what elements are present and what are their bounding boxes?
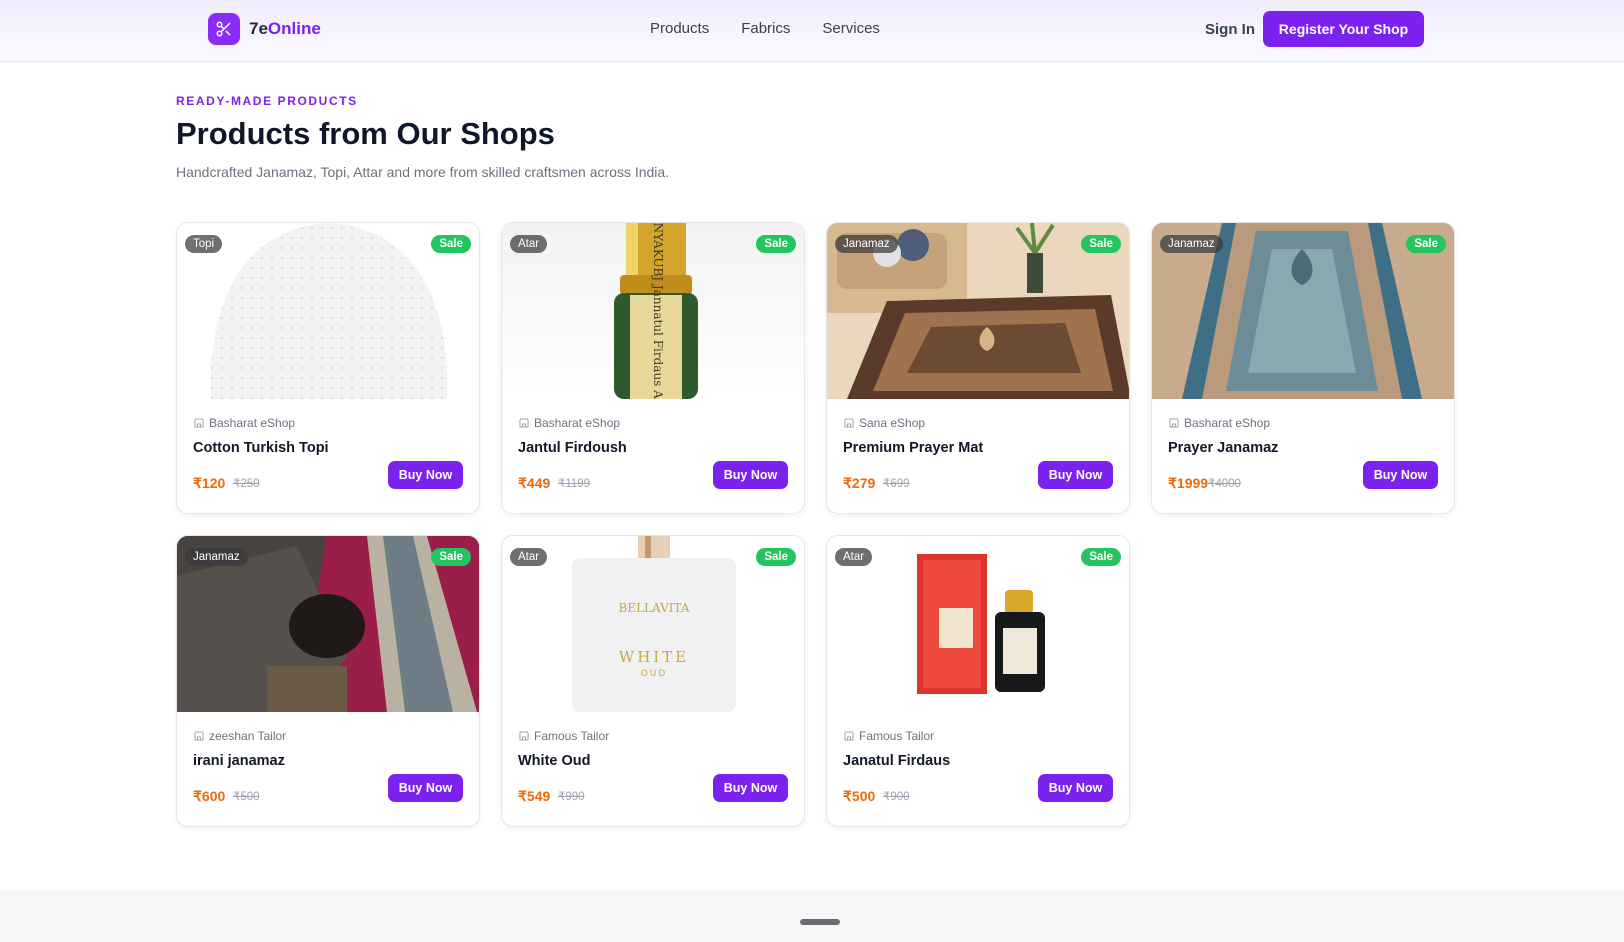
product-price: ₹549 xyxy=(518,788,551,804)
perfume-name: WHITE xyxy=(619,648,689,666)
nav-services[interactable]: Services xyxy=(822,20,880,37)
nav-fabrics[interactable]: Fabrics xyxy=(741,20,790,37)
product-mrp: ₹250 xyxy=(233,478,260,490)
product-name[interactable]: Prayer Janamaz xyxy=(1168,440,1278,456)
product-name[interactable]: Premium Prayer Mat xyxy=(843,440,983,456)
category-badge: Topi xyxy=(185,235,223,253)
buy-now-button[interactable]: Buy Now xyxy=(713,774,788,802)
store-icon xyxy=(519,731,529,741)
product-mrp: ₹990 xyxy=(558,791,585,803)
product-price: ₹1999 xyxy=(1168,475,1209,491)
product-mrp: ₹4000 xyxy=(1208,478,1241,490)
shop-label: Famous Tailor xyxy=(534,729,610,743)
shop-name: Famous Tailor xyxy=(843,729,934,743)
product-mrp: ₹900 xyxy=(883,791,910,803)
store-icon xyxy=(194,418,204,428)
shop-label: Sana eShop xyxy=(859,416,926,430)
section-eyebrow: READY-MADE PRODUCTS xyxy=(176,94,358,108)
sale-badge: Sale xyxy=(756,548,796,566)
sale-badge: Sale xyxy=(1081,548,1121,566)
product-image: Janamaz Sale xyxy=(1152,223,1454,399)
buy-now-button[interactable]: Buy Now xyxy=(388,461,463,489)
buy-now-button[interactable]: Buy Now xyxy=(1363,461,1438,489)
brand-logo[interactable]: 7eOnline xyxy=(208,13,321,45)
product-name[interactable]: Cotton Turkish Topi xyxy=(193,440,329,456)
product-card[interactable]: Janamaz Sale Sana eShop Premium Prayer M… xyxy=(826,222,1130,514)
category-badge: Janamaz xyxy=(185,548,248,566)
buy-now-button[interactable]: Buy Now xyxy=(1038,461,1113,489)
store-icon xyxy=(1169,418,1179,428)
category-badge: Janamaz xyxy=(1160,235,1223,253)
bottle-label: KANYAKUBJ Jannatul Firdaus AttarKannauj.… xyxy=(651,223,665,399)
perfume-sub: OUD xyxy=(641,669,668,679)
shop-name: Basharat eShop xyxy=(1168,416,1270,430)
sale-badge: Sale xyxy=(1406,235,1446,253)
product-image: Atar Sale xyxy=(827,536,1129,712)
scissors-icon xyxy=(208,13,240,45)
buy-now-button[interactable]: Buy Now xyxy=(388,774,463,802)
shop-name: zeeshan Tailor xyxy=(193,729,286,743)
product-card[interactable]: Janamaz Sale Basharat eShop Prayer Janam… xyxy=(1151,222,1455,514)
product-price: ₹500 xyxy=(843,788,876,804)
product-price: ₹449 xyxy=(518,475,551,491)
store-icon xyxy=(844,418,854,428)
shop-name: Basharat eShop xyxy=(518,416,620,430)
shop-label: Basharat eShop xyxy=(534,416,621,430)
sale-badge: Sale xyxy=(1081,235,1121,253)
product-name[interactable]: irani janamaz xyxy=(193,753,285,769)
product-card[interactable]: KANYAKUBJ Jannatul Firdaus AttarKannauj.… xyxy=(501,222,805,514)
shop-label: Basharat eShop xyxy=(209,416,296,430)
category-badge: Janamaz xyxy=(835,235,898,253)
product-price: ₹279 xyxy=(843,475,876,491)
sale-badge: Sale xyxy=(431,235,471,253)
buy-now-button[interactable]: Buy Now xyxy=(1038,774,1113,802)
product-price: ₹120 xyxy=(193,475,226,491)
category-badge: Atar xyxy=(510,548,548,566)
product-image: BELLAVITA WHITE OUD Atar Sale xyxy=(502,536,804,712)
shop-name: Basharat eShop xyxy=(193,416,295,430)
top-navbar: 7eOnline Products Fabrics Services Sign … xyxy=(0,0,1624,62)
product-image: Janamaz Sale xyxy=(827,223,1129,399)
product-image: KANYAKUBJ Jannatul Firdaus AttarKannauj.… xyxy=(502,223,804,399)
product-mrp: ₹699 xyxy=(883,478,910,490)
product-card[interactable]: Janamaz Sale zeeshan Tailor irani janama… xyxy=(176,535,480,827)
brand-name: 7eOnline xyxy=(249,19,321,38)
shop-name: Sana eShop xyxy=(843,416,925,430)
product-price: ₹600 xyxy=(193,788,226,804)
product-card[interactable]: Atar Sale Famous Tailor Janatul Firdaus … xyxy=(826,535,1130,827)
product-image: Topi Sale xyxy=(177,223,479,399)
product-mrp: ₹500 xyxy=(233,791,260,803)
product-grid: Topi Sale Basharat eShop Cotton Turkish … xyxy=(176,222,1456,827)
category-badge: Atar xyxy=(835,548,873,566)
product-card[interactable]: Topi Sale Basharat eShop Cotton Turkish … xyxy=(176,222,480,514)
shop-name: Famous Tailor xyxy=(518,729,609,743)
shop-label: Famous Tailor xyxy=(859,729,935,743)
register-shop-button[interactable]: Register Your Shop xyxy=(1263,11,1424,47)
nav-products[interactable]: Products xyxy=(650,20,709,37)
product-mrp: ₹1199 xyxy=(558,478,591,490)
product-image: Janamaz Sale xyxy=(177,536,479,712)
store-icon xyxy=(844,731,854,741)
perfume-brand: BELLAVITA xyxy=(618,601,689,615)
footer-strip xyxy=(0,890,1624,942)
product-name[interactable]: White Oud xyxy=(518,753,591,769)
sale-badge: Sale xyxy=(756,235,796,253)
product-card[interactable]: BELLAVITA WHITE OUD Atar Sale Famous Tai… xyxy=(501,535,805,827)
product-name[interactable]: Jantul Firdoush xyxy=(518,440,627,456)
shop-label: zeeshan Tailor xyxy=(209,729,287,743)
product-name[interactable]: Janatul Firdaus xyxy=(843,753,950,769)
buy-now-button[interactable]: Buy Now xyxy=(713,461,788,489)
store-icon xyxy=(519,418,529,428)
scroll-handle[interactable] xyxy=(800,919,840,925)
section-title: Products from Our Shops xyxy=(176,116,555,151)
sign-in-link[interactable]: Sign In xyxy=(1205,21,1255,38)
section-subtitle: Handcrafted Janamaz, Topi, Attar and mor… xyxy=(176,164,670,180)
shop-label: Basharat eShop xyxy=(1184,416,1271,430)
main-nav: Products Fabrics Services xyxy=(650,20,912,37)
category-badge: Atar xyxy=(510,235,548,253)
sale-badge: Sale xyxy=(431,548,471,566)
store-icon xyxy=(194,731,204,741)
